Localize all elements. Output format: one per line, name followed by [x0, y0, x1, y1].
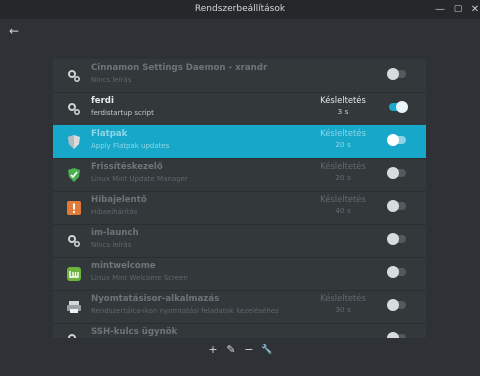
- list-item-selected[interactable]: Flatpak Apply Flatpak updates Késlelteté…: [53, 125, 426, 159]
- warning-icon: [66, 200, 82, 216]
- delay-info: Késleltetés 40 s: [303, 194, 383, 215]
- item-name: im-launch: [91, 228, 139, 238]
- maximize-icon[interactable]: ▢: [451, 0, 465, 19]
- gears-icon: [66, 68, 82, 84]
- item-name: mintwelcome: [91, 261, 156, 271]
- item-name: Cinnamon Settings Daemon - xrandr: [91, 63, 268, 73]
- item-description: Apply Flatpak updates: [91, 142, 170, 150]
- mint-logo-icon: [66, 266, 82, 282]
- item-description: Hibaelhárítás: [91, 208, 138, 216]
- shield-icon: [66, 134, 82, 150]
- delay-label: Késleltetés: [320, 95, 366, 105]
- delay-value: 30 s: [335, 305, 351, 314]
- item-name: Flatpak: [91, 129, 128, 139]
- update-shield-icon: [66, 167, 82, 183]
- delay-info: Késleltetés 30 s: [303, 293, 383, 314]
- item-description: Nincs leírás: [91, 241, 132, 249]
- delay-info: Késleltetés 3 s: [303, 95, 383, 116]
- list-item[interactable]: im-launch Nincs leírás: [53, 224, 426, 258]
- list-item[interactable]: Cinnamon Settings Daemon - xrandr Nincs …: [53, 59, 426, 93]
- list-item[interactable]: Hibajelentő Hibaelhárítás Késleltetés 40…: [53, 191, 426, 225]
- delay-label: Késleltetés: [320, 161, 366, 171]
- item-description: Nincs leírás: [91, 76, 132, 84]
- delay-label: Késleltetés: [320, 293, 366, 303]
- edit-icon[interactable]: ✎: [224, 343, 238, 357]
- window-title: Rendszerbeállítások: [194, 4, 286, 14]
- delay-value: 20 s: [335, 173, 351, 182]
- item-name: Hibajelentő: [91, 195, 147, 205]
- list-item[interactable]: Nyomtatásisor-alkalmazás Rendszertálca-i…: [53, 290, 426, 324]
- list-item[interactable]: Frissítéskezelő Linux Mint Update Manage…: [53, 158, 426, 192]
- item-description: Rendszertálca-ikon nyomtatási feladatok …: [91, 307, 279, 315]
- enable-switch[interactable]: [387, 68, 406, 80]
- back-arrow-icon[interactable]: ←: [6, 23, 22, 39]
- item-description: Linux Mint Welcome Screen: [91, 274, 188, 282]
- list-item[interactable]: SSH-kulcs ügynök: [53, 323, 426, 338]
- startup-apps-list[interactable]: Cinnamon Settings Daemon - xrandr Nincs …: [53, 59, 426, 338]
- gears-icon: [66, 101, 82, 117]
- enable-switch[interactable]: [387, 134, 406, 146]
- list-item[interactable]: mintwelcome Linux Mint Welcome Screen: [53, 257, 426, 291]
- item-name: SSH-kulcs ügynök: [91, 327, 178, 337]
- delay-info: Késleltetés 20 s: [303, 161, 383, 182]
- item-description: Linux Mint Update Manager: [91, 175, 188, 183]
- enable-switch[interactable]: [387, 233, 406, 245]
- delay-label: Késleltetés: [320, 194, 366, 204]
- enable-switch[interactable]: [387, 332, 406, 338]
- item-name: Nyomtatásisor-alkalmazás: [91, 294, 220, 304]
- add-icon[interactable]: +: [206, 343, 220, 357]
- close-icon[interactable]: ✕: [468, 0, 480, 19]
- remove-icon[interactable]: −: [242, 343, 256, 357]
- enable-switch[interactable]: [387, 299, 406, 311]
- run-now-icon[interactable]: 🔧: [260, 343, 274, 357]
- enable-switch[interactable]: [387, 200, 406, 212]
- gears-icon: [66, 332, 82, 338]
- window-titlebar: Rendszerbeállítások: [0, 0, 480, 19]
- gears-icon: [66, 233, 82, 249]
- enable-switch[interactable]: [387, 167, 406, 179]
- delay-value: 20 s: [335, 140, 351, 149]
- delay-info: Késleltetés 20 s: [303, 128, 383, 149]
- delay-label: Késleltetés: [320, 128, 366, 138]
- enable-switch[interactable]: [387, 266, 406, 278]
- list-item[interactable]: ferdi ferdistartup script Késleltetés 3 …: [53, 92, 426, 126]
- item-name: ferdi: [91, 96, 114, 106]
- minimize-icon[interactable]: —: [433, 0, 447, 19]
- delay-value: 40 s: [335, 206, 351, 215]
- delay-value: 3 s: [337, 107, 349, 116]
- printer-icon: [66, 299, 82, 315]
- item-name: Frissítéskezelő: [91, 162, 163, 172]
- item-description: ferdistartup script: [91, 109, 154, 117]
- enable-switch[interactable]: [389, 101, 408, 113]
